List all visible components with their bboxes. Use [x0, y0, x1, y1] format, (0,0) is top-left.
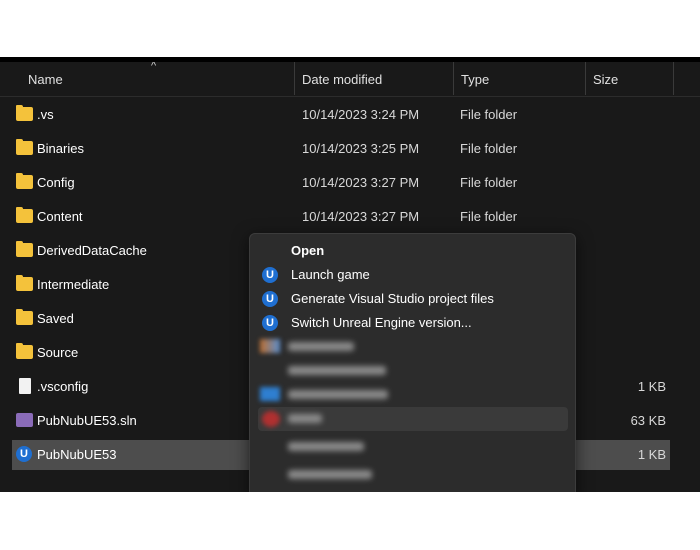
- menu-item-label: Generate Visual Studio project files: [291, 291, 494, 306]
- menu-item-generate-vs-files[interactable]: U Generate Visual Studio project files: [250, 287, 575, 311]
- menu-item-label: Switch Unreal Engine version...: [291, 315, 472, 330]
- file-date: 10/14/2023 3:27 PM: [302, 209, 420, 224]
- document-icon: [19, 378, 31, 394]
- column-header-name[interactable]: Name: [28, 72, 63, 87]
- column-divider[interactable]: [294, 62, 295, 95]
- column-header-type[interactable]: Type: [461, 72, 489, 87]
- file-date: 10/14/2023 3:24 PM: [302, 107, 420, 122]
- blurred-label: [288, 442, 364, 451]
- blurred-app-icon: [262, 411, 280, 427]
- folder-icon: [16, 139, 33, 155]
- file-name: Saved: [37, 311, 74, 326]
- unreal-engine-icon: U: [262, 267, 278, 283]
- menu-item-blurred[interactable]: [250, 335, 575, 359]
- folder-icon: [16, 207, 33, 223]
- blurred-label: [288, 366, 386, 375]
- folder-icon: [16, 275, 33, 291]
- file-row[interactable]: Content 10/14/2023 3:27 PM File folder: [12, 202, 670, 232]
- menu-item-blurred[interactable]: [250, 383, 575, 407]
- file-name: Binaries: [37, 141, 84, 156]
- menu-item-switch-ue-version[interactable]: U Switch Unreal Engine version...: [250, 311, 575, 335]
- folder-icon: [16, 173, 33, 189]
- unreal-engine-icon: U: [262, 291, 278, 307]
- menu-item-blurred[interactable]: [250, 359, 575, 383]
- file-name: Source: [37, 345, 79, 360]
- file-row[interactable]: Binaries 10/14/2023 3:25 PM File folder: [12, 134, 670, 164]
- column-header-size[interactable]: Size: [593, 72, 618, 87]
- file-name: Content: [37, 209, 83, 224]
- file-date: 10/14/2023 3:27 PM: [302, 175, 420, 190]
- folder-icon: [16, 309, 33, 325]
- menu-item-label: Launch game: [291, 267, 370, 282]
- unreal-engine-icon: U: [16, 446, 32, 462]
- column-header-bar: ^ Name Date modified Type Size: [0, 62, 700, 97]
- file-name: .vsconfig: [37, 379, 89, 394]
- folder-icon: [16, 241, 33, 257]
- file-size: 1 KB: [637, 447, 666, 462]
- visual-studio-solution-icon: [16, 413, 33, 427]
- column-divider[interactable]: [585, 62, 586, 95]
- menu-item-label: Open: [291, 243, 325, 258]
- blurred-label: [288, 342, 354, 351]
- sort-indicator: ^: [151, 62, 157, 72]
- file-type: File folder: [460, 209, 518, 224]
- blurred-label: [288, 390, 388, 399]
- file-type: File folder: [460, 175, 518, 190]
- column-header-date[interactable]: Date modified: [302, 72, 382, 87]
- menu-item-launch-game[interactable]: U Launch game: [250, 263, 575, 287]
- file-name: DerivedDataCache: [37, 243, 147, 258]
- file-size: 1 KB: [637, 379, 666, 394]
- blurred-label: [288, 414, 322, 423]
- file-date: 10/14/2023 3:25 PM: [302, 141, 420, 156]
- folder-icon: [16, 105, 33, 121]
- folder-icon: [16, 343, 33, 359]
- context-menu: Open U Launch game U Generate Visual Stu…: [249, 233, 576, 492]
- file-explorer-list: ^ Name Date modified Type Size .vs 10/14…: [0, 62, 700, 492]
- file-type: File folder: [460, 141, 518, 156]
- column-divider[interactable]: [453, 62, 454, 95]
- blurred-app-icon: [260, 339, 280, 353]
- blurred-app-icon: [260, 387, 280, 401]
- file-size: 63 KB: [630, 413, 666, 428]
- column-divider[interactable]: [673, 62, 674, 95]
- blurred-label: [288, 470, 372, 479]
- file-name: PubNubUE53.sln: [37, 413, 137, 428]
- menu-item-blurred[interactable]: [250, 435, 575, 459]
- file-row[interactable]: Config 10/14/2023 3:27 PM File folder: [12, 168, 670, 198]
- file-name: PubNubUE53: [37, 447, 117, 462]
- menu-item-blurred[interactable]: [258, 407, 568, 431]
- file-type: File folder: [460, 107, 518, 122]
- unreal-engine-icon: U: [262, 315, 278, 331]
- file-name: Intermediate: [37, 277, 110, 292]
- file-row[interactable]: .vs 10/14/2023 3:24 PM File folder: [12, 100, 670, 130]
- file-name: .vs: [37, 107, 54, 122]
- menu-item-open[interactable]: Open: [250, 239, 575, 263]
- menu-item-blurred[interactable]: [250, 463, 575, 487]
- file-name: Config: [37, 175, 75, 190]
